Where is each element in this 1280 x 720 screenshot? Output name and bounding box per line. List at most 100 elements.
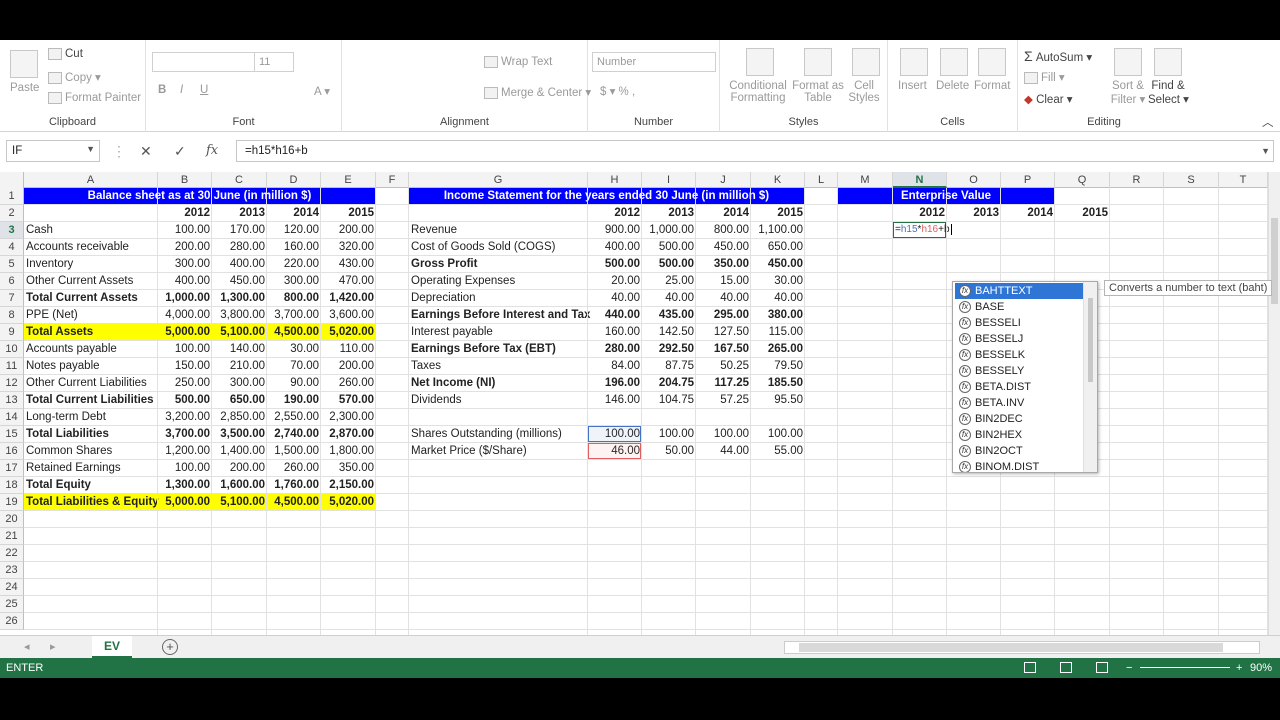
autocomplete-item[interactable]: fx BETA.DIST	[955, 379, 1083, 395]
row-header-10[interactable]: 10	[0, 341, 24, 358]
bs-value-cell[interactable]: 300.00	[212, 375, 267, 392]
row-header-3[interactable]: 3	[0, 222, 24, 239]
bs-value-cell[interactable]: 3,800.00	[212, 307, 267, 324]
bs-value-cell[interactable]: 1,800.00	[321, 443, 376, 460]
is-value-cell[interactable]: 117.25	[696, 375, 751, 392]
row-header-5[interactable]: 5	[0, 256, 24, 273]
conditional-formatting-button[interactable]: Conditional Formatting	[728, 80, 788, 104]
bs-value-cell[interactable]: 1,760.00	[267, 477, 321, 494]
column-header-e[interactable]: E	[321, 172, 376, 188]
conditional-formatting-icon[interactable]	[746, 48, 774, 76]
column-header-i[interactable]: I	[642, 172, 696, 188]
is-value-cell[interactable]: 900.00	[588, 222, 642, 239]
is-value-cell[interactable]: 400.00	[588, 239, 642, 256]
bs-year-header[interactable]: 2012	[158, 205, 212, 222]
cut-button[interactable]: Cut	[48, 48, 83, 60]
bs-value-cell[interactable]: 800.00	[267, 290, 321, 307]
column-header-j[interactable]: J	[696, 172, 751, 188]
delete-icon[interactable]	[940, 48, 968, 76]
bs-value-cell[interactable]: 3,200.00	[158, 409, 212, 426]
currency-button[interactable]: $ ▾ % ,	[600, 84, 635, 98]
format-painter-button[interactable]: Format Painter	[48, 92, 141, 104]
bs-value-cell[interactable]: 570.00	[321, 392, 376, 409]
shares-value-cell[interactable]: 100.00	[751, 426, 805, 443]
font-name-combo[interactable]	[152, 52, 256, 72]
bs-value-cell[interactable]: 4,500.00	[267, 324, 321, 341]
is-value-cell[interactable]: 40.00	[751, 290, 805, 307]
ev-year-header[interactable]: 2015	[1055, 205, 1110, 222]
shares-value-cell[interactable]: 100.00	[642, 426, 696, 443]
bs-value-cell[interactable]: 160.00	[267, 239, 321, 256]
bold-button[interactable]: B	[158, 84, 166, 96]
is-value-cell[interactable]: 40.00	[642, 290, 696, 307]
bs-row-label[interactable]: Total Current Liabilities	[24, 392, 158, 409]
format-as-table-icon[interactable]	[804, 48, 832, 76]
bs-value-cell[interactable]: 1,600.00	[212, 477, 267, 494]
bs-value-cell[interactable]: 280.00	[212, 239, 267, 256]
merge-center-button[interactable]: Merge & Center ▾	[484, 85, 591, 99]
is-value-cell[interactable]: 84.00	[588, 358, 642, 375]
bs-value-cell[interactable]: 90.00	[267, 375, 321, 392]
bs-row-label[interactable]: Cash	[24, 222, 158, 239]
row-header-21[interactable]: 21	[0, 528, 24, 545]
is-value-cell[interactable]: 146.00	[588, 392, 642, 409]
number-format-combo[interactable]: Number	[592, 52, 716, 72]
bs-value-cell[interactable]: 1,420.00	[321, 290, 376, 307]
row-header-7[interactable]: 7	[0, 290, 24, 307]
is-value-cell[interactable]: 30.00	[751, 273, 805, 290]
column-header-m[interactable]: M	[838, 172, 893, 188]
wrap-text-button[interactable]: Wrap Text	[484, 56, 552, 68]
bs-value-cell[interactable]: 200.00	[212, 460, 267, 477]
bs-value-cell[interactable]: 4,000.00	[158, 307, 212, 324]
bs-value-cell[interactable]: 100.00	[158, 460, 212, 477]
bs-row-label[interactable]: Notes payable	[24, 358, 158, 375]
bs-value-cell[interactable]: 4,500.00	[267, 494, 321, 511]
delete-button[interactable]: Delete	[936, 80, 969, 92]
bs-row-label[interactable]: Total Equity	[24, 477, 158, 494]
page-layout-icon[interactable]	[1060, 662, 1072, 673]
row-header-2[interactable]: 2	[0, 205, 24, 222]
is-value-cell[interactable]: 95.50	[751, 392, 805, 409]
is-value-cell[interactable]: 40.00	[696, 290, 751, 307]
is-value-cell[interactable]: 292.50	[642, 341, 696, 358]
row-header-9[interactable]: 9	[0, 324, 24, 341]
row-header-6[interactable]: 6	[0, 273, 24, 290]
paste-icon[interactable]	[10, 50, 38, 78]
row-header-25[interactable]: 25	[0, 596, 24, 613]
insert-function-icon[interactable]: fx	[206, 143, 218, 158]
is-value-cell[interactable]: 57.25	[696, 392, 751, 409]
bs-value-cell[interactable]: 210.00	[212, 358, 267, 375]
autocomplete-item[interactable]: fx BIN2DEC	[955, 411, 1083, 427]
bs-value-cell[interactable]: 1,300.00	[212, 290, 267, 307]
column-header-f[interactable]: F	[376, 172, 409, 188]
row-header-24[interactable]: 24	[0, 579, 24, 596]
is-value-cell[interactable]: 650.00	[751, 239, 805, 256]
column-header-d[interactable]: D	[267, 172, 321, 188]
column-header-t[interactable]: T	[1219, 172, 1268, 188]
sheet-tab-ev[interactable]: EV	[92, 636, 132, 658]
bs-row-label[interactable]: Other Current Liabilities	[24, 375, 158, 392]
is-row-label[interactable]: Gross Profit	[409, 256, 588, 273]
is-value-cell[interactable]: 79.50	[751, 358, 805, 375]
row-header-18[interactable]: 18	[0, 477, 24, 494]
prev-sheet-icon[interactable]: ◂	[24, 640, 30, 653]
autocomplete-item[interactable]: fx BIN2OCT	[955, 443, 1083, 459]
row-header-12[interactable]: 12	[0, 375, 24, 392]
column-header-c[interactable]: C	[212, 172, 267, 188]
collapse-ribbon-icon[interactable]: ︿	[1262, 114, 1274, 130]
bs-value-cell[interactable]: 2,300.00	[321, 409, 376, 426]
page-break-icon[interactable]	[1096, 662, 1108, 673]
bs-year-header[interactable]: 2014	[267, 205, 321, 222]
cell-styles-icon[interactable]	[852, 48, 880, 76]
is-value-cell[interactable]: 167.50	[696, 341, 751, 358]
is-value-cell[interactable]: 500.00	[588, 256, 642, 273]
copy-button[interactable]: Copy ▾	[48, 70, 101, 84]
bs-row-label[interactable]: Common Shares	[24, 443, 158, 460]
bs-row-label[interactable]: Retained Earnings	[24, 460, 158, 477]
bs-row-label[interactable]: PPE (Net)	[24, 307, 158, 324]
column-header-g[interactable]: G	[409, 172, 588, 188]
autocomplete-item[interactable]: fx BESSELY	[955, 363, 1083, 379]
bs-value-cell[interactable]: 30.00	[267, 341, 321, 358]
format-button[interactable]: Format	[974, 80, 1010, 92]
is-value-cell[interactable]: 127.50	[696, 324, 751, 341]
